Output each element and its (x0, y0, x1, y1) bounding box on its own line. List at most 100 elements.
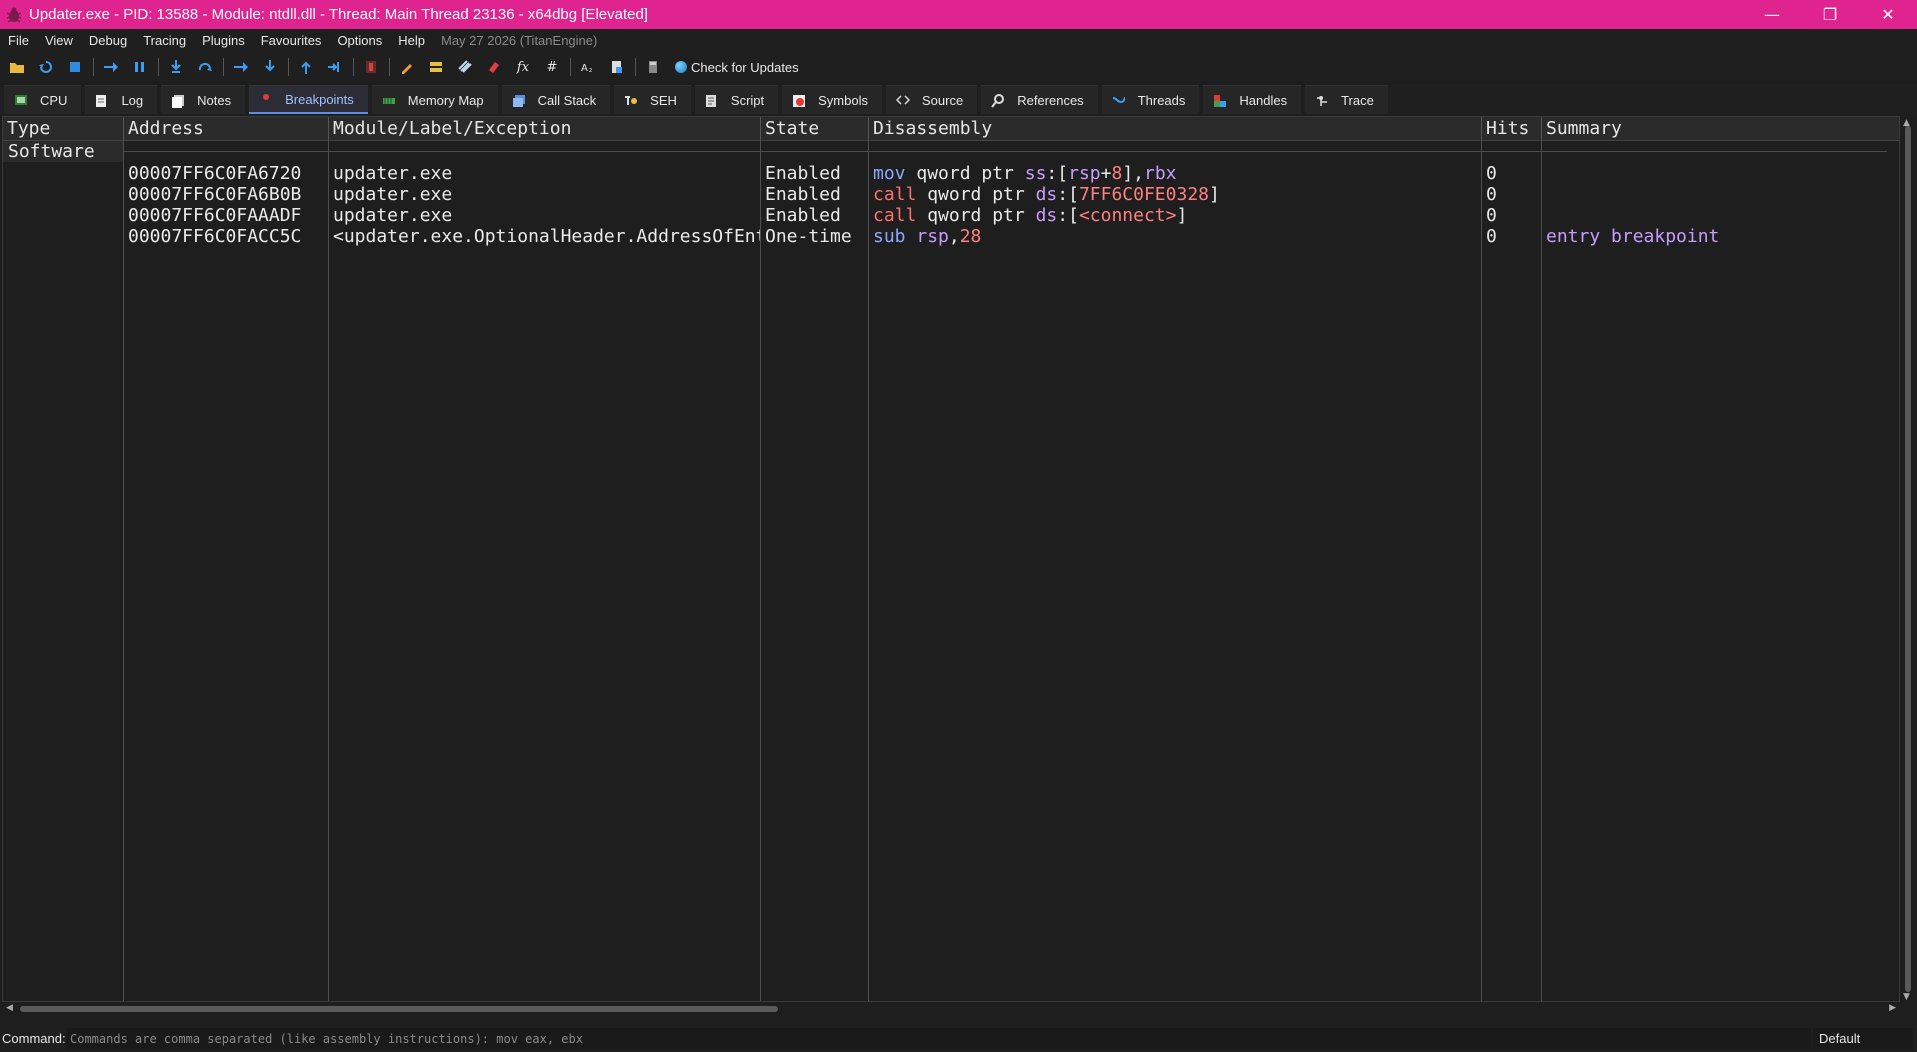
tab-notes[interactable]: Notes (161, 85, 246, 114)
scylla-icon[interactable] (360, 56, 382, 78)
column-header-module[interactable]: Module/Label/Exception (329, 117, 761, 141)
tab-label: Call Stack (537, 92, 597, 108)
tab-label: Handles (1239, 92, 1288, 108)
column-header-disassembly[interactable]: Disassembly (869, 117, 1482, 141)
tab-cpu[interactable]: CPU (4, 85, 82, 114)
handles-icon (1213, 94, 1227, 107)
summary-cell (1542, 205, 1882, 226)
table-row[interactable]: 00007FF6C0FA6B0B updater.exe Enabled cal… (3, 184, 1899, 205)
execute-till-return-icon[interactable] (295, 56, 317, 78)
group-separator (123, 151, 1887, 152)
tab-references[interactable]: References (981, 85, 1098, 114)
call-stack-icon (512, 94, 526, 107)
run-icon[interactable] (100, 56, 122, 78)
pause-icon[interactable] (129, 56, 151, 78)
disassembly-cell: sub rsp,28 (873, 226, 982, 247)
menu-view[interactable]: View (37, 33, 81, 48)
tab-call-stack[interactable]: Call Stack (501, 85, 611, 114)
toolbar-separator (158, 58, 159, 76)
disassembly-cell: mov qword ptr ss:[rsp+8],rbx (873, 163, 1177, 184)
column-header-hits[interactable]: Hits (1482, 117, 1542, 141)
threads-icon (1112, 94, 1126, 106)
stop-icon[interactable] (64, 56, 86, 78)
title-bar: Updater.exe - PID: 13588 - Module: ntdll… (0, 0, 1917, 29)
scroll-right-arrow-icon[interactable]: ▶ (1889, 1003, 1896, 1013)
tab-threads[interactable]: Threads (1101, 85, 1200, 114)
menu-plugins[interactable]: Plugins (194, 33, 253, 48)
toolbar-separator (353, 58, 354, 76)
menu-tracing[interactable]: Tracing (135, 33, 194, 48)
scroll-left-arrow-icon[interactable]: ◀ (6, 1003, 13, 1013)
tab-seh[interactable]: SEH (614, 85, 691, 114)
tab-symbols[interactable]: Symbols (782, 85, 882, 114)
menu-options[interactable]: Options (329, 33, 390, 48)
table-row[interactable]: 00007FF6C0FAAADF updater.exe Enabled cal… (3, 205, 1899, 226)
font-icon[interactable]: Az (577, 56, 599, 78)
restart-icon[interactable] (35, 56, 57, 78)
skip-instruction-icon[interactable] (324, 56, 346, 78)
window-title: Updater.exe - PID: 13588 - Module: ntdll… (29, 6, 648, 23)
bookmarks-icon[interactable] (483, 56, 505, 78)
document-icon[interactable] (606, 56, 628, 78)
run-to-user-code-icon[interactable] (230, 56, 252, 78)
calculator-icon[interactable] (642, 56, 664, 78)
labels-icon[interactable] (454, 56, 476, 78)
tab-script[interactable]: Script (694, 85, 779, 114)
tab-log[interactable]: Log (85, 85, 158, 114)
column-header-type[interactable]: Type (3, 117, 124, 141)
close-button[interactable]: ✕ (1859, 0, 1917, 29)
hash-icon[interactable]: # (541, 56, 563, 78)
state-cell: One-time (765, 226, 852, 247)
command-label: Command: (2, 1031, 66, 1046)
column-header-address[interactable]: Address (124, 117, 329, 141)
tab-label: Symbols (818, 92, 868, 108)
toolbar-separator (570, 58, 571, 76)
table-row[interactable]: 00007FF6C0FACC5C <updater.exe.OptionalHe… (3, 226, 1899, 247)
tab-handles[interactable]: Handles (1203, 85, 1302, 114)
menu-debug[interactable]: Debug (81, 33, 135, 48)
check-updates-button[interactable]: Check for Updates (675, 60, 799, 75)
tab-memory-map[interactable]: Memory Map (371, 85, 498, 114)
tab-label: Source (922, 92, 964, 108)
tab-label: Script (730, 92, 765, 108)
tab-breakpoints[interactable]: Breakpoints (249, 85, 368, 114)
group-row-software[interactable]: Software (3, 141, 1899, 162)
tab-trace[interactable]: Trace (1305, 85, 1388, 114)
table-row[interactable]: 00007FF6C0FA6720 updater.exe Enabled mov… (3, 163, 1899, 184)
hits-cell: 0 (1486, 163, 1497, 184)
tab-label: Threads (1137, 92, 1186, 108)
memory-map-icon (382, 94, 396, 106)
column-header-state[interactable]: State (761, 117, 869, 141)
table-header: Type Address Module/Label/Exception Stat… (3, 117, 1899, 141)
patch-pencil-icon[interactable] (396, 56, 418, 78)
menu-file[interactable]: File (0, 33, 37, 48)
scrollbar-thumb[interactable] (20, 1006, 778, 1012)
menu-bar: File View Debug Tracing Plugins Favourit… (0, 29, 1917, 52)
open-folder-icon[interactable] (6, 56, 28, 78)
step-over-icon[interactable] (194, 56, 216, 78)
maximize-button[interactable]: ❐ (1801, 0, 1859, 29)
comments-icon[interactable] (425, 56, 447, 78)
toolbar-separator (635, 58, 636, 76)
minimize-button[interactable]: — (1743, 0, 1801, 29)
breakpoints-table[interactable]: Type Address Module/Label/Exception Stat… (2, 116, 1900, 1002)
vertical-scrollbar[interactable]: ▲ ▼ (1901, 118, 1915, 1002)
column-header-summary[interactable]: Summary (1542, 117, 1888, 141)
tab-label: References (1017, 92, 1084, 108)
summary-cell: entry breakpoint (1546, 226, 1720, 247)
tab-label: Breakpoints (285, 91, 354, 107)
command-mode-select[interactable]: Default (1813, 1027, 1913, 1050)
tab-source[interactable]: Source (886, 85, 978, 114)
functions-icon[interactable]: fx (512, 56, 534, 78)
horizontal-scrollbar[interactable]: ◀ ▶ (2, 1002, 1900, 1016)
scroll-down-arrow-icon[interactable]: ▼ (1903, 992, 1910, 1002)
trace-into-icon[interactable] (259, 56, 281, 78)
menu-favourites[interactable]: Favourites (253, 33, 330, 48)
build-date-label: May 27 2026 (TitanEngine) (441, 33, 598, 48)
scrollbar-thumb[interactable] (1905, 126, 1911, 992)
menu-help[interactable]: Help (390, 33, 433, 48)
state-cell: Enabled (765, 184, 841, 205)
step-into-icon[interactable] (165, 56, 187, 78)
command-input[interactable] (66, 1027, 1811, 1050)
tab-bar: CPU Log Notes Breakpoints Memory Map Cal… (0, 84, 1917, 114)
